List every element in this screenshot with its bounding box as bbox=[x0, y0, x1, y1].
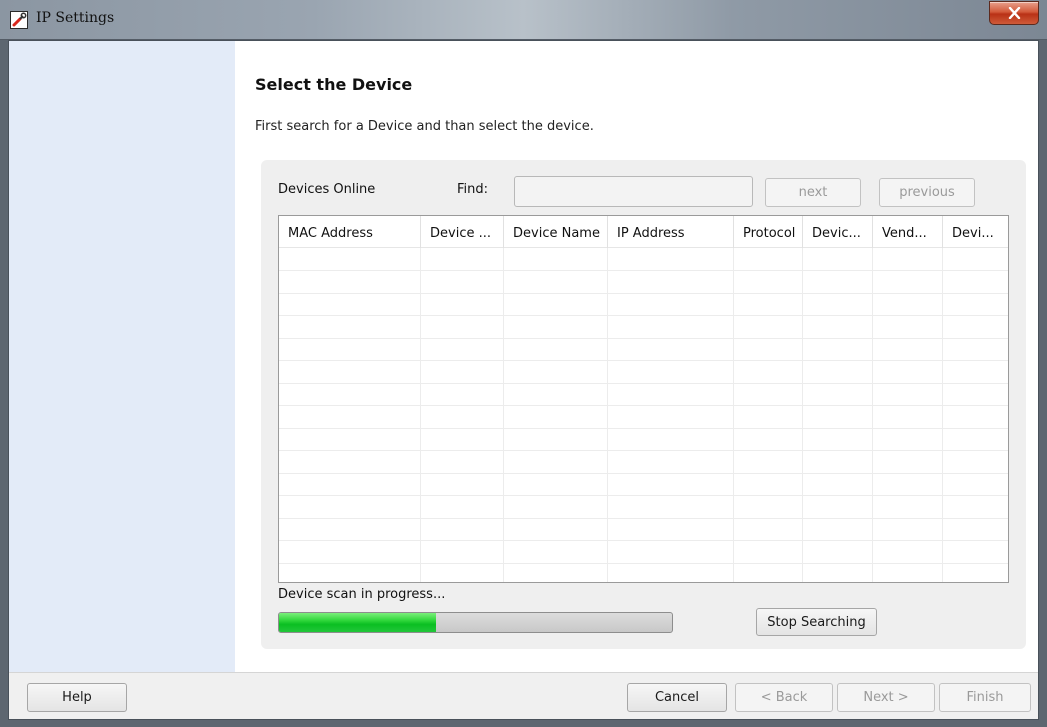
table-row-divider bbox=[279, 270, 1008, 271]
devices-table[interactable]: MAC Address Device ... Device Name IP Ad… bbox=[278, 215, 1009, 583]
dialog-client-area: Select the Device First search for a Dev… bbox=[8, 40, 1039, 720]
page-title: Select the Device bbox=[255, 75, 413, 94]
column-header-device-id[interactable]: Devic... bbox=[803, 216, 873, 248]
table-header: MAC Address Device ... Device Name IP Ad… bbox=[279, 216, 1008, 248]
next-button[interactable]: Next > bbox=[837, 683, 935, 712]
page-subtitle: First search for a Device and than selec… bbox=[255, 119, 594, 134]
find-previous-button[interactable]: previous bbox=[879, 178, 975, 207]
window-title: IP Settings bbox=[36, 10, 115, 26]
table-row-divider bbox=[279, 360, 1008, 361]
table-row-divider bbox=[279, 473, 1008, 474]
table-row-divider bbox=[279, 563, 1008, 564]
column-header-device-name[interactable]: Device Name bbox=[504, 216, 608, 248]
scan-status-label: Device scan in progress... bbox=[278, 587, 446, 602]
column-header-protocol[interactable]: Protocol bbox=[734, 216, 803, 248]
help-button[interactable]: Help bbox=[27, 683, 127, 712]
wizard-footer: Help Cancel < Back Next > Finish bbox=[9, 672, 1038, 719]
wizard-content: Select the Device First search for a Dev… bbox=[235, 41, 1038, 672]
devices-online-label: Devices Online bbox=[278, 182, 376, 197]
table-body bbox=[279, 248, 1008, 582]
scan-progress-bar bbox=[278, 612, 673, 633]
column-header-vendor[interactable]: Vend... bbox=[873, 216, 943, 248]
close-button[interactable] bbox=[989, 1, 1039, 25]
table-row-divider bbox=[279, 293, 1008, 294]
column-header-device-extra[interactable]: Devi... bbox=[943, 216, 1008, 248]
stop-searching-button[interactable]: Stop Searching bbox=[756, 608, 877, 636]
cancel-button[interactable]: Cancel bbox=[627, 683, 727, 712]
wizard-side-panel bbox=[9, 41, 235, 672]
title-bar[interactable]: IP Settings bbox=[0, 0, 1047, 40]
scan-progress-fill bbox=[279, 613, 437, 632]
find-label: Find: bbox=[457, 182, 489, 197]
table-row-divider bbox=[279, 315, 1008, 316]
device-search-group: Devices Online Find: next previous MAC A… bbox=[261, 160, 1026, 649]
table-row-divider bbox=[279, 450, 1008, 451]
find-input[interactable] bbox=[514, 176, 753, 207]
table-row-divider bbox=[279, 405, 1008, 406]
table-row-divider bbox=[279, 540, 1008, 541]
find-next-button[interactable]: next bbox=[765, 178, 861, 207]
wrench-icon bbox=[10, 11, 28, 29]
table-row-divider bbox=[279, 338, 1008, 339]
finish-button[interactable]: Finish bbox=[939, 683, 1031, 712]
back-button[interactable]: < Back bbox=[735, 683, 833, 712]
dialog-window: IP Settings Select the Device First sear… bbox=[0, 0, 1047, 727]
column-header-device-type[interactable]: Device ... bbox=[421, 216, 504, 248]
column-header-mac-address[interactable]: MAC Address bbox=[279, 216, 421, 248]
table-row-divider bbox=[279, 383, 1008, 384]
table-row-divider bbox=[279, 518, 1008, 519]
table-row-divider bbox=[279, 428, 1008, 429]
table-row-divider bbox=[279, 495, 1008, 496]
column-header-ip-address[interactable]: IP Address bbox=[608, 216, 734, 248]
close-icon bbox=[1008, 7, 1021, 19]
